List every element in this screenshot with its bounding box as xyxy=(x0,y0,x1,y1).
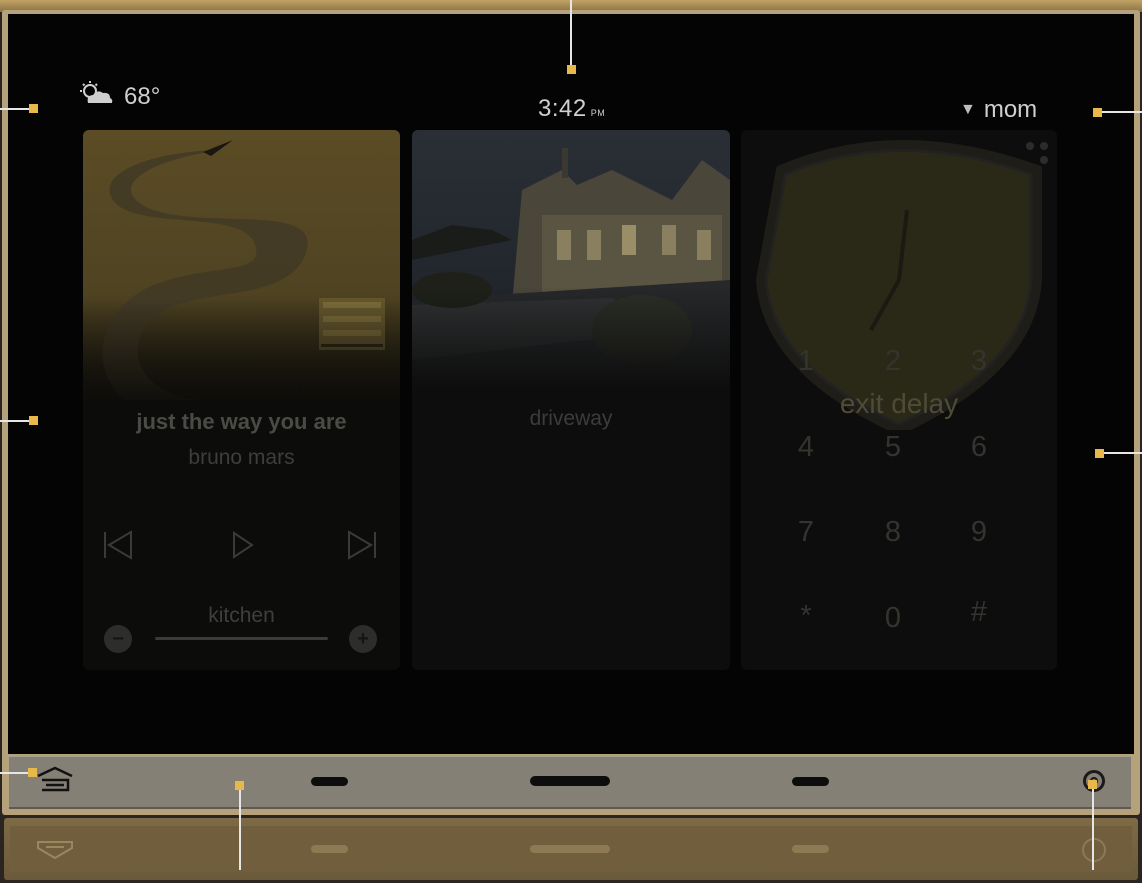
next-track-button[interactable] xyxy=(342,530,382,570)
album-art-fade xyxy=(83,300,400,410)
keypad-key-2[interactable]: 2 xyxy=(868,345,918,378)
left-page-indicator[interactable] xyxy=(311,777,348,786)
partly-cloudy-icon xyxy=(80,81,114,112)
callout-line-power xyxy=(1092,788,1094,870)
right-page-indicator[interactable] xyxy=(792,777,829,786)
shield-icon xyxy=(755,140,1042,430)
callout-marker-power xyxy=(1088,780,1097,789)
keypad-key-0[interactable]: 0 xyxy=(868,602,918,635)
user-selector[interactable]: ▼ mom xyxy=(960,96,1037,124)
clock: 3:42 PM xyxy=(538,95,605,123)
volume-down-button[interactable]: − xyxy=(104,625,132,653)
callout-line-top xyxy=(570,0,572,68)
callout-line-user xyxy=(1100,111,1142,113)
callout-marker-user xyxy=(1093,108,1102,117)
keypad-key-star[interactable]: * xyxy=(781,600,831,633)
music-card[interactable] xyxy=(83,130,400,670)
reflection-indicator-left xyxy=(311,845,348,853)
home-icon xyxy=(37,766,73,792)
song-title: just the way you are xyxy=(136,409,347,434)
keypad-key-6[interactable]: 6 xyxy=(954,431,1004,464)
keypad-key-8[interactable]: 8 xyxy=(868,516,918,549)
play-button[interactable] xyxy=(222,530,262,570)
callout-line-navbar xyxy=(239,790,241,870)
callout-marker-home xyxy=(28,768,37,777)
more-options-icon[interactable] xyxy=(1022,138,1052,173)
ampm-text: PM xyxy=(590,108,606,118)
skip-forward-icon xyxy=(348,530,376,560)
callout-marker-weather xyxy=(29,104,38,113)
reflection-indicator-right xyxy=(792,845,829,853)
zone-name: kitchen xyxy=(208,604,275,627)
skip-back-icon xyxy=(104,530,132,560)
artist-name: bruno mars xyxy=(188,446,295,469)
reflection-home-icon xyxy=(36,838,74,867)
temperature: 68° xyxy=(124,82,161,110)
home-button[interactable] xyxy=(36,766,74,797)
security-status: exit delay xyxy=(839,388,959,419)
callout-line-home xyxy=(0,772,30,774)
user-name: mom xyxy=(983,96,1038,123)
keypad-key-9[interactable]: 9 xyxy=(954,516,1004,549)
callout-marker-music xyxy=(29,416,38,425)
callout-line-security xyxy=(1102,452,1142,454)
callout-marker-top xyxy=(567,65,576,74)
callout-line-music xyxy=(0,420,32,422)
keypad-key-hash[interactable]: # xyxy=(954,596,1004,629)
keypad-key-4[interactable]: 4 xyxy=(781,431,831,464)
volume-slider[interactable] xyxy=(155,637,328,640)
callout-marker-security xyxy=(1095,449,1104,458)
time-text: 3:42 xyxy=(538,95,587,122)
dropdown-triangle-icon: ▼ xyxy=(960,101,976,118)
reflection-indicator-center xyxy=(530,845,610,853)
previous-track-button[interactable] xyxy=(98,530,138,570)
weather-widget[interactable]: 68° xyxy=(80,81,160,112)
camera-card[interactable] xyxy=(412,130,730,670)
keypad-key-3[interactable]: 3 xyxy=(954,345,1004,378)
callout-line-weather xyxy=(0,108,32,110)
keypad-key-5[interactable]: 5 xyxy=(868,431,918,464)
callout-marker-navbar xyxy=(235,781,244,790)
camera-label: driveway xyxy=(529,407,613,430)
reflection-power-icon xyxy=(1082,838,1106,862)
security-card[interactable]: exit delay xyxy=(741,130,1057,670)
keypad-key-7[interactable]: 7 xyxy=(781,516,831,549)
play-icon xyxy=(233,531,254,559)
keypad-key-1[interactable]: 1 xyxy=(781,345,831,378)
center-page-indicator[interactable] xyxy=(530,776,610,786)
driveway-camera-image xyxy=(412,130,730,390)
volume-up-button[interactable]: + xyxy=(349,625,377,653)
